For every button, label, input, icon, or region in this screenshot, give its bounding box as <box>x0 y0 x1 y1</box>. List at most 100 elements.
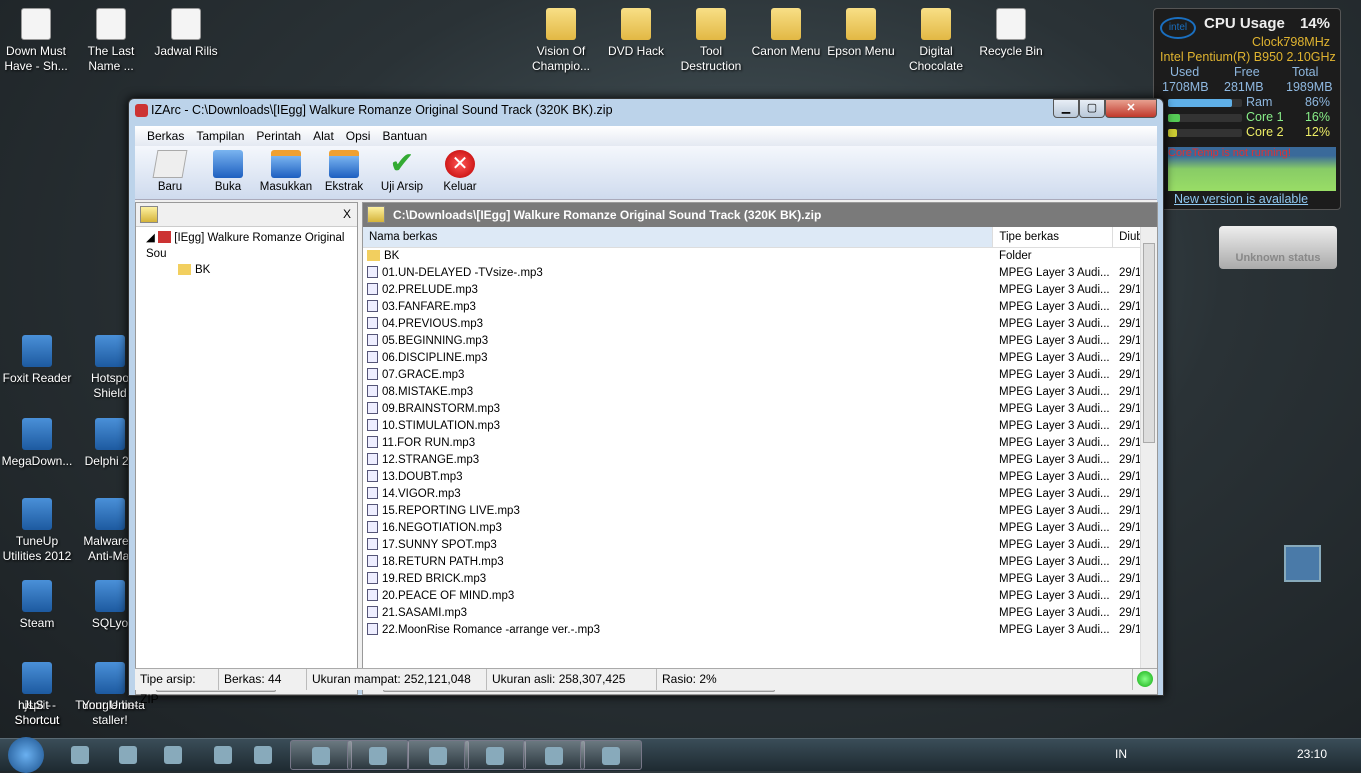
file-row[interactable]: 12.STRANGE.mp3 MPEG Layer 3 Audi... 29/1 <box>363 452 1157 469</box>
tvic-icon <box>254 746 272 764</box>
file-row[interactable]: 16.NEGOTIATION.mp3 MPEG Layer 3 Audi... 29… <box>363 520 1157 537</box>
intel-logo-icon: intel <box>1160 17 1196 39</box>
tree-item-bk[interactable]: BK <box>146 262 357 278</box>
file-row[interactable]: 08.MISTAKE.mp3 MPEG Layer 3 Audi... 29/1 <box>363 384 1157 401</box>
file-row[interactable]: BK Folder <box>363 248 1157 265</box>
toolbar-uji-arsip-button[interactable]: ✔ Uji Arsip <box>373 146 431 199</box>
file-type: MPEG Layer 3 Audi... <box>999 590 1110 602</box>
file-row[interactable]: 20.PEACE OF MIND.mp3 MPEG Layer 3 Audi...… <box>363 588 1157 605</box>
menu-tampilan[interactable]: Tampilan <box>190 126 250 146</box>
column-nama-berkas[interactable]: Nama berkas <box>363 227 994 247</box>
ram-label: Ram <box>1246 95 1273 109</box>
file-type: MPEG Layer 3 Audi... <box>999 369 1110 381</box>
desktop-icon-label: Down Must Have - Sh... <box>4 44 68 73</box>
language-indicator[interactable]: IN <box>1115 747 1127 761</box>
taskbar-app-button[interactable] <box>347 740 409 770</box>
audio-file-icon <box>367 385 378 397</box>
desktop-icon[interactable]: MegaDown... <box>1 418 73 469</box>
desktop-icon-label: Steam <box>19 616 55 630</box>
desktop-icon[interactable]: JLS - Shortcut <box>1 698 73 728</box>
toolbar-baru-button[interactable]: Baru <box>141 146 199 199</box>
desktop-icon[interactable]: Digital Chocolate <box>900 8 972 74</box>
desktop-icon[interactable]: Epson Menu <box>825 8 897 59</box>
taskbar-explorer-button[interactable] <box>290 740 352 770</box>
download-arrow-icon[interactable] <box>1284 545 1321 582</box>
izarc-app-icon <box>135 104 148 117</box>
file-row[interactable]: 13.DOUBT.mp3 MPEG Layer 3 Audi... 29/1 <box>363 469 1157 486</box>
close-button[interactable]: ✕ <box>1105 99 1157 118</box>
file-row[interactable]: 21.SASAMI.mp3 MPEG Layer 3 Audi... 29/1 <box>363 605 1157 622</box>
close-tree-button[interactable]: X <box>343 207 351 221</box>
desktop-icon[interactable]: Your Unin-staller! <box>74 698 146 728</box>
file-row[interactable]: 05.BEGINNING.mp3 MPEG Layer 3 Audi... 29/1 <box>363 333 1157 350</box>
folder-up-icon[interactable] <box>367 206 385 223</box>
folder-up-icon[interactable] <box>140 206 158 223</box>
desktop-icon[interactable]: Jadwal Rilis <box>150 8 222 59</box>
menu-opsi[interactable]: Opsi <box>340 126 377 146</box>
file-name-cell: 18.RETURN PATH.mp3 <box>363 554 995 571</box>
desktop-icon[interactable]: Steam <box>1 580 73 631</box>
desktop-icon-image <box>95 418 125 450</box>
toolbar-ekstrak-button[interactable]: Ekstrak <box>315 146 373 199</box>
file-row[interactable]: 22.MoonRise Romance -arrange ver.-.mp3 MP… <box>363 622 1157 639</box>
desktop-icon[interactable]: Foxit Reader <box>1 335 73 386</box>
clock[interactable]: 23:10 <box>1297 747 1327 761</box>
taskbar-izarc-button[interactable] <box>580 740 642 770</box>
desktop-icon[interactable]: Vision Of Champio... <box>525 8 597 74</box>
audio-file-icon <box>367 453 378 465</box>
tree-root[interactable]: ◢ [IEgg] Walkure Romanze Original Sou <box>146 230 357 262</box>
file-row[interactable]: 14.VIGOR.mp3 MPEG Layer 3 Audi... 29/1 <box>363 486 1157 503</box>
desktop-icon[interactable]: The Last Name ... <box>75 8 147 74</box>
taskbar-firefox-button[interactable] <box>464 740 526 770</box>
file-name: 06.DISCIPLINE.mp3 <box>382 352 488 364</box>
file-row[interactable]: 02.PRELUDE.mp3 MPEG Layer 3 Audi... 29/1 <box>363 282 1157 299</box>
file-row[interactable]: 06.DISCIPLINE.mp3 MPEG Layer 3 Audi... 29/… <box>363 350 1157 367</box>
taskbar-browser-button[interactable] <box>110 740 146 770</box>
taskbar-chrome-button[interactable] <box>62 740 98 770</box>
taskbar-hotspot-button[interactable] <box>155 740 191 770</box>
toolbar-keluar-button[interactable]: ✕ Keluar <box>431 146 489 199</box>
file-row[interactable]: 19.RED BRICK.mp3 MPEG Layer 3 Audi... 29/1 <box>363 571 1157 588</box>
new-version-link[interactable]: New version is available <box>1174 192 1308 206</box>
menu-berkas[interactable]: Berkas <box>141 126 190 146</box>
file-row[interactable]: 17.SUNNY SPOT.mp3 MPEG Layer 3 Audi... 29/… <box>363 537 1157 554</box>
file-row[interactable]: 11.FOR RUN.mp3 MPEG Layer 3 Audi... 29/1 <box>363 435 1157 452</box>
menu-perintah[interactable]: Perintah <box>250 126 307 146</box>
file-row[interactable]: 15.REPORTING LIVE.mp3 MPEG Layer 3 Audi..… <box>363 503 1157 520</box>
file-row[interactable]: 01.UN-DELAYED -TVsize-.mp3 MPEG Layer 3 A… <box>363 265 1157 282</box>
desktop-icon[interactable]: Tool Destruction <box>675 8 747 74</box>
file-row[interactable]: 09.BRAINSTORM.mp3 MPEG Layer 3 Audi... 29/… <box>363 401 1157 418</box>
taskbar-tvic-button[interactable] <box>245 740 281 770</box>
taskbar-winamp-button[interactable] <box>205 740 241 770</box>
maximize-button[interactable]: ▢ <box>1079 99 1105 118</box>
file-name: 09.BRAINSTORM.mp3 <box>382 403 501 415</box>
file-row[interactable]: 10.STIMULATION.mp3 MPEG Layer 3 Audi... 29… <box>363 418 1157 435</box>
audio-file-icon <box>367 504 378 516</box>
file-type: MPEG Layer 3 Audi... <box>999 488 1110 500</box>
file-row[interactable]: 18.RETURN PATH.mp3 MPEG Layer 3 Audi... 29… <box>363 554 1157 571</box>
file-row[interactable]: 04.PREVIOUS.mp3 MPEG Layer 3 Audi... 29/1 <box>363 316 1157 333</box>
desktop-icon[interactable]: Recycle Bin <box>975 8 1047 59</box>
taskbar-cmd-button[interactable] <box>523 740 585 770</box>
gadget-title: CPU Usage <box>1204 15 1285 32</box>
file-name-cell: 01.UN-DELAYED -TVsize-.mp3 <box>363 265 995 282</box>
desktop-icon[interactable]: DVD Hack <box>600 8 672 59</box>
vertical-scrollbar[interactable] <box>1140 227 1157 677</box>
file-name: 15.REPORTING LIVE.mp3 <box>382 505 520 517</box>
menu-bantuan[interactable]: Bantuan <box>376 126 433 146</box>
desktop-icon-image <box>21 8 51 40</box>
minimize-button[interactable]: ▁ <box>1053 99 1079 118</box>
column-tipe-berkas[interactable]: Tipe berkas <box>993 227 1114 247</box>
toolbar-masukkan-button[interactable]: Masukkan <box>257 146 315 199</box>
file-type: MPEG Layer 3 Audi... <box>999 420 1110 432</box>
file-row[interactable]: 03.FANFARE.mp3 MPEG Layer 3 Audi... 29/1 <box>363 299 1157 316</box>
desktop-icon[interactable]: Down Must Have - Sh... <box>0 8 72 74</box>
graph-message: CoreTemp is not running! <box>1168 147 1291 159</box>
taskbar-media-button[interactable] <box>407 740 469 770</box>
menu-alat[interactable]: Alat <box>307 126 340 146</box>
desktop-icon[interactable]: Canon Menu <box>750 8 822 59</box>
file-row[interactable]: 07.GRACE.mp3 MPEG Layer 3 Audi... 29/1 <box>363 367 1157 384</box>
toolbar-buka-button[interactable]: Buka <box>199 146 257 199</box>
start-button[interactable] <box>8 737 44 773</box>
desktop-icon[interactable]: TuneUp Utilities 2012 <box>1 498 73 564</box>
